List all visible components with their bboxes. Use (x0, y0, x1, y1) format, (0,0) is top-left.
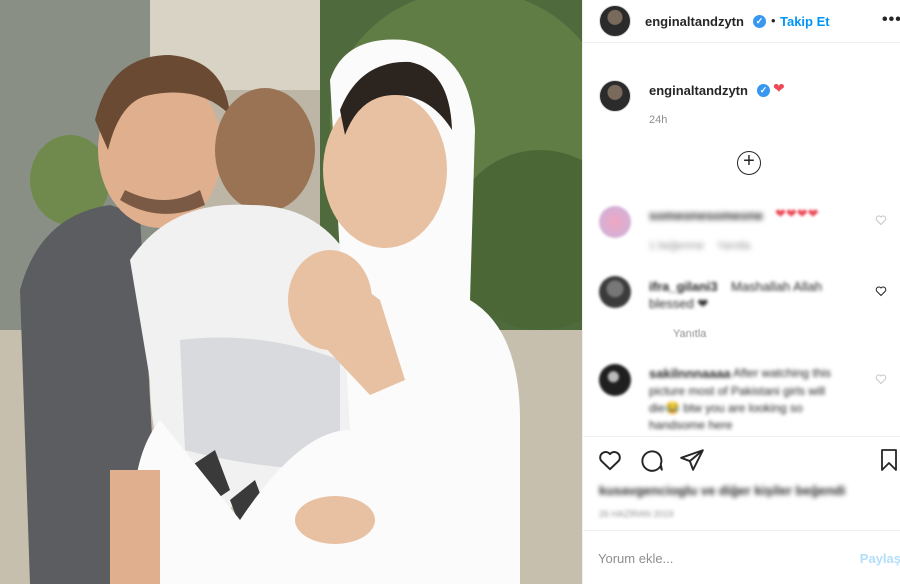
like-heart-icon[interactable] (597, 447, 623, 473)
comment-icon[interactable] (638, 447, 664, 473)
comment-like-heart-icon[interactable] (875, 373, 887, 385)
comment-avatar[interactable] (599, 206, 631, 238)
comment-composer: Paylaş (583, 530, 900, 584)
post-date[interactable]: 26 HAZİRAN 2019 (599, 509, 674, 519)
verified-badge-icon: ✓ (753, 15, 766, 28)
comment-text-line-2: blessed ❤ (649, 296, 709, 311)
caption-username[interactable]: enginaltandzytn (649, 83, 748, 98)
header-separator: • (771, 13, 776, 28)
comment-avatar[interactable] (599, 276, 631, 308)
comment-avatar[interactable] (599, 364, 631, 396)
more-options-icon[interactable]: ••• (882, 11, 900, 29)
comment-text: ❤❤❤❤ (775, 206, 819, 221)
caption-time[interactable]: 24h (649, 114, 667, 126)
comment-text-line-2: picture most of Pakistani girls will (649, 384, 826, 398)
comment-text-line-4: handsome here (649, 418, 733, 432)
comment-reply-button[interactable]: Yanıtla (717, 240, 750, 252)
save-bookmark-icon[interactable] (877, 447, 900, 473)
author-avatar[interactable] (599, 5, 631, 37)
post-comment-button[interactable]: Paylaş (860, 551, 900, 566)
comment-like-heart-icon[interactable] (875, 285, 887, 297)
comment-reply-button[interactable]: Yanıtla (673, 328, 706, 340)
post-action-bar: kusavgencioglu ve diğer kişiler beğendi … (583, 436, 900, 530)
follow-button[interactable]: Takip Et (780, 14, 830, 29)
comment-text-line-3: die😂 btw you are looking so (649, 401, 803, 415)
caption-avatar[interactable] (599, 80, 631, 112)
photo-illustration (0, 0, 582, 584)
comment-like-heart-icon[interactable] (875, 214, 887, 226)
post-side-panel: enginaltandzytn ✓ • Takip Et ••• enginal… (582, 0, 900, 584)
load-more-plus-icon[interactable]: + (737, 151, 761, 175)
caption-verified-badge-icon: ✓ (757, 84, 770, 97)
comment-username[interactable]: someonesomeone (649, 208, 763, 223)
caption-heart-icon: ❤ (773, 80, 785, 96)
post-photo[interactable] (0, 0, 582, 584)
comment-like-count[interactable]: 1 beğenme (649, 240, 704, 252)
author-username[interactable]: enginaltandzytn (645, 14, 744, 29)
likes-summary[interactable]: kusavgencioglu ve diğer kişiler beğendi (599, 483, 845, 498)
post-header: enginaltandzytn ✓ • Takip Et ••• (583, 0, 900, 43)
comment-username[interactable]: ifra_gilani3 (649, 279, 718, 294)
comment-username[interactable]: sakilnnnaaaa (649, 366, 731, 381)
comment-text: Mashallah Allah (731, 279, 823, 294)
share-icon[interactable] (679, 447, 705, 473)
comment-input[interactable] (598, 548, 838, 568)
comment-text: After watching this (733, 366, 832, 380)
